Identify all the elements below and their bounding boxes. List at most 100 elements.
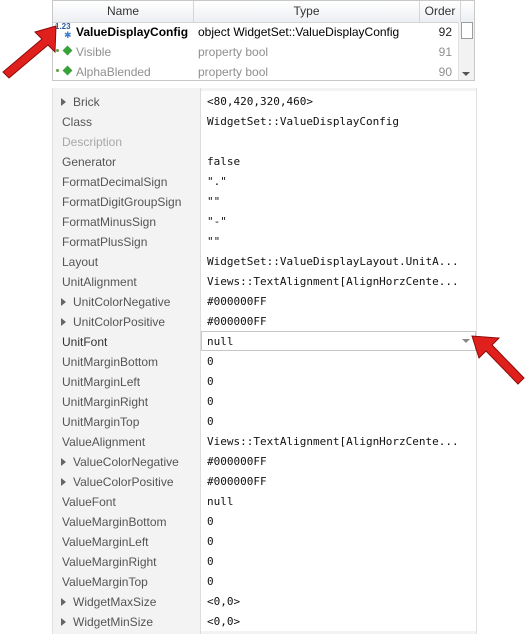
property-row-valuemargintop[interactable]: ValueMarginTop 0 [53, 571, 476, 591]
annotation-arrow-member [2, 25, 57, 79]
member-type: property bool [198, 65, 269, 79]
property-value[interactable]: #000000FF [207, 455, 469, 468]
property-name: FormatDigitGroupSign [62, 195, 182, 209]
property-row-valuemarginright[interactable]: ValueMarginRight 0 [53, 551, 476, 571]
green-diamond-icon [62, 45, 73, 56]
expand-arrow-icon[interactable] [61, 458, 66, 466]
property-name: ValueMarginTop [62, 575, 148, 589]
column-divider[interactable] [200, 88, 201, 634]
member-order: 90 [438, 65, 452, 79]
property-row-formatdigitgroupsign[interactable]: FormatDigitGroupSign "" [53, 191, 476, 211]
property-name: UnitMarginRight [62, 395, 149, 409]
property-value[interactable]: WidgetSet::ValueDisplayLayout.UnitA... [207, 255, 469, 268]
expand-arrow-icon[interactable] [61, 618, 66, 626]
property-name: ValueMarginBottom [62, 515, 167, 529]
property-row-unitfont[interactable]: UnitFont null [53, 331, 476, 351]
property-value[interactable]: 0 [207, 515, 469, 528]
member-row-alphablended[interactable]: AlphaBlended property bool 90 [53, 62, 460, 80]
property-name: UnitAlignment [62, 275, 137, 289]
member-list-header: Name Type Order [53, 1, 474, 23]
property-row-unitmarginbottom[interactable]: UnitMarginBottom 0 [53, 351, 476, 371]
property-value[interactable]: 0 [207, 375, 469, 388]
column-header-name[interactable]: Name [53, 4, 193, 18]
property-value[interactable]: "-" [207, 215, 469, 228]
member-list-scrollbar[interactable] [458, 22, 474, 80]
property-name: Generator [62, 155, 117, 169]
dropdown-arrow-icon[interactable] [462, 339, 470, 343]
column-header-type[interactable]: Type [194, 4, 419, 18]
expand-arrow-icon[interactable] [61, 478, 66, 486]
scroll-down-arrow-icon[interactable] [462, 72, 470, 76]
property-value[interactable]: 0 [207, 355, 469, 368]
property-value-cell[interactable] [201, 131, 476, 151]
property-value[interactable]: <80,420,320,460> [207, 95, 469, 108]
annotation-arrow-unitfont [471, 335, 525, 385]
member-name: Visible [76, 45, 112, 59]
expand-arrow-icon[interactable] [61, 98, 66, 106]
property-row-valuealignment[interactable]: ValueAlignment Views::TextAlignment[Align… [53, 431, 476, 451]
property-row-valuemarginbottom[interactable]: ValueMarginBottom 0 [53, 511, 476, 531]
property-row-unitalignment[interactable]: UnitAlignment Views::TextAlignment[AlignH… [53, 271, 476, 291]
property-name: UnitMarginLeft [62, 375, 141, 389]
property-row-formatminussign[interactable]: FormatMinusSign "-" [53, 211, 476, 231]
property-value[interactable]: #000000FF [207, 295, 469, 308]
property-value[interactable]: Views::TextAlignment[AlignHorzCente... [207, 275, 469, 288]
member-list: Name Type Order 1.23 ✱ ValueDisplayConfi… [52, 0, 475, 81]
property-value[interactable]: 0 [207, 555, 469, 568]
scrollbar-thumb[interactable] [461, 22, 473, 39]
property-name: ValueMarginLeft [62, 535, 149, 549]
property-row-unitcolorpositive[interactable]: UnitColorPositive #000000FF [53, 311, 476, 331]
property-value[interactable]: 0 [207, 575, 469, 588]
property-value[interactable]: #000000FF [207, 315, 469, 328]
property-row-unitmargintop[interactable]: UnitMarginTop 0 [53, 411, 476, 431]
member-name: ValueDisplayConfig [76, 25, 189, 39]
property-value[interactable]: 0 [207, 535, 469, 548]
expand-arrow-icon[interactable] [61, 318, 66, 326]
property-value[interactable]: false [207, 155, 469, 168]
property-row-generator[interactable]: Generator false [53, 151, 476, 171]
property-row-valuecolorpositive[interactable]: ValueColorPositive #000000FF [53, 471, 476, 491]
property-row-formatdecimalsign[interactable]: FormatDecimalSign "." [53, 171, 476, 191]
property-value[interactable]: <0,0> [207, 595, 469, 608]
property-value[interactable]: "" [207, 235, 469, 248]
member-row-visible[interactable]: Visible property bool 91 [53, 42, 460, 62]
property-row-valuefont[interactable]: ValueFont null [53, 491, 476, 511]
property-name: ValueColorNegative [73, 455, 179, 469]
property-name: ValueAlignment [62, 435, 146, 449]
property-row-unitmarginright[interactable]: UnitMarginRight 0 [53, 391, 476, 411]
property-value[interactable]: null [207, 495, 469, 508]
property-row-valuemarginleft[interactable]: ValueMarginLeft 0 [53, 531, 476, 551]
property-row-unitmarginleft[interactable]: UnitMarginLeft 0 [53, 371, 476, 391]
property-name: Brick [73, 95, 100, 109]
property-name: UnitColorPositive [73, 315, 166, 329]
property-value[interactable]: <0,0> [207, 615, 469, 628]
property-row-layout[interactable]: Layout WidgetSet::ValueDisplayLayout.Unit… [53, 251, 476, 271]
column-header-order[interactable]: Order [420, 4, 460, 18]
member-type: property bool [198, 45, 269, 59]
property-value[interactable]: "" [207, 195, 469, 208]
property-row-widgetminsize[interactable]: WidgetMinSize <0,0> [53, 611, 476, 631]
expand-arrow-icon[interactable] [61, 598, 66, 606]
property-row-description[interactable]: Description [53, 131, 476, 151]
green-diamond-icon [62, 65, 73, 76]
property-name: ValueColorPositive [73, 475, 174, 489]
property-name: WidgetMaxSize [73, 595, 157, 609]
property-row-formatplussign[interactable]: FormatPlusSign "" [53, 231, 476, 251]
property-value[interactable]: null [207, 335, 469, 348]
property-row-unitcolornegative[interactable]: UnitColorNegative #000000FF [53, 291, 476, 311]
member-row-valuedisplayconfig[interactable]: 1.23 ✱ ValueDisplayConfig object WidgetS… [53, 22, 460, 42]
property-name: UnitMarginTop [62, 415, 140, 429]
property-row-valuecolornegative[interactable]: ValueColorNegative #000000FF [53, 451, 476, 471]
expand-arrow-icon[interactable] [61, 298, 66, 306]
property-name: Class [62, 115, 93, 129]
property-row-class[interactable]: Class WidgetSet::ValueDisplayConfig [53, 111, 476, 131]
property-row-brick[interactable]: Brick <80,420,320,460> [53, 91, 476, 111]
property-value[interactable]: #000000FF [207, 475, 469, 488]
property-row-widgetmaxsize[interactable]: WidgetMaxSize <0,0> [53, 591, 476, 611]
property-name: WidgetMinSize [73, 615, 154, 629]
property-value[interactable]: "." [207, 175, 469, 188]
property-value[interactable]: 0 [207, 395, 469, 408]
property-value[interactable]: Views::TextAlignment[AlignHorzCente... [207, 435, 469, 448]
property-value[interactable]: WidgetSet::ValueDisplayConfig [207, 115, 469, 128]
property-value[interactable]: 0 [207, 415, 469, 428]
